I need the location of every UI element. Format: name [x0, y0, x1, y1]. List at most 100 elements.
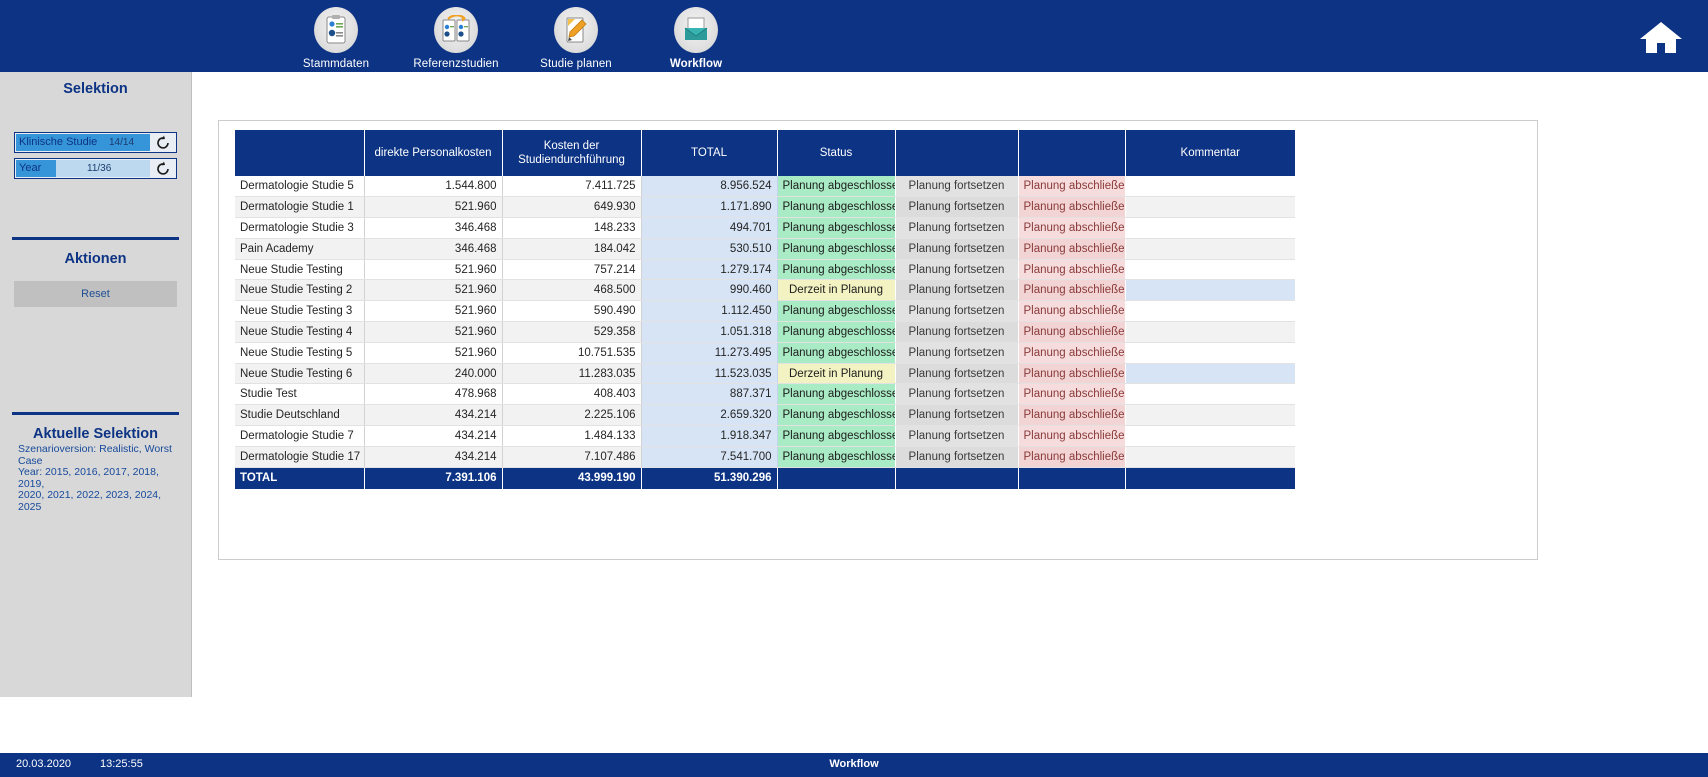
table-row[interactable]: Dermatologie Studie 1 521.960 649.930 1.171… — [235, 196, 1295, 219]
cell-kommentar[interactable] — [1125, 259, 1295, 281]
button-planung-abschliessen[interactable]: Planung abschließen — [1018, 425, 1126, 447]
table-row[interactable]: Studie Deutschland 434.214 2.225.106 2.659.… — [235, 404, 1295, 427]
table-row[interactable]: Dermatologie Studie 17 434.214 7.107.486 7.… — [235, 446, 1295, 468]
cell-status: Planung abgeschlossen — [777, 342, 896, 364]
button-planung-fortsetzen[interactable]: Planung fortsetzen — [895, 238, 1019, 260]
column-header-total[interactable]: TOTAL — [641, 130, 778, 176]
button-planung-abschliessen[interactable]: Planung abschließen — [1018, 363, 1126, 385]
cell-total: 1.051.318 — [641, 321, 778, 343]
table-row[interactable]: Neue Studie Testing 2 521.960 468.500 990.4… — [235, 279, 1295, 302]
button-planung-fortsetzen[interactable]: Planung fortsetzen — [895, 279, 1019, 302]
reset-button[interactable]: Reset — [14, 281, 177, 307]
cell-studiendurchfuehrung: 10.751.535 — [502, 342, 642, 364]
selection-line: 2020, 2021, 2022, 2023, 2024, 2025 — [18, 489, 162, 513]
button-planung-fortsetzen[interactable]: Planung fortsetzen — [895, 342, 1019, 364]
button-planung-fortsetzen[interactable]: Planung fortsetzen — [895, 404, 1019, 427]
cell-studiendurchfuehrung: 590.490 — [502, 300, 642, 323]
button-planung-fortsetzen[interactable]: Planung fortsetzen — [895, 196, 1019, 219]
column-header-action-complete[interactable] — [1018, 130, 1126, 176]
table-row[interactable]: Neue Studie Testing 5 521.960 10.751.535 11… — [235, 342, 1295, 364]
cell-personalkosten: 346.468 — [364, 238, 503, 260]
button-planung-abschliessen[interactable]: Planung abschließen — [1018, 446, 1126, 468]
cell-kommentar[interactable] — [1125, 342, 1295, 364]
button-planung-abschliessen[interactable]: Planung abschließen — [1018, 342, 1126, 364]
cell-study-name: Pain Academy — [235, 238, 365, 260]
table-row[interactable]: Neue Studie Testing 6 240.000 11.283.035 11… — [235, 363, 1295, 385]
button-planung-abschliessen[interactable]: Planung abschließen — [1018, 176, 1126, 198]
cell-kommentar[interactable] — [1125, 217, 1295, 239]
table-row[interactable]: Studie Test 478.968 408.403 887.371 Planung … — [235, 383, 1295, 406]
button-planung-fortsetzen[interactable]: Planung fortsetzen — [895, 259, 1019, 281]
table-row[interactable]: Neue Studie Testing 3 521.960 590.490 1.112… — [235, 300, 1295, 323]
column-header-action-continue[interactable] — [895, 130, 1019, 176]
cell-personalkosten: 1.544.800 — [364, 176, 503, 198]
table-row[interactable]: Dermatologie Studie 5 1.544.800 7.411.725 8… — [235, 176, 1295, 198]
button-planung-abschliessen[interactable]: Planung abschließen — [1018, 404, 1126, 427]
cell-study-name: Neue Studie Testing 6 — [235, 363, 365, 385]
filter-year[interactable]: Year 11/36 — [14, 158, 177, 179]
cell-kommentar[interactable] — [1125, 446, 1295, 468]
table-row[interactable]: Pain Academy 346.468 184.042 530.510 Planung… — [235, 238, 1295, 260]
home-icon[interactable] — [1638, 18, 1684, 56]
cell-status: Planung abgeschlossen — [777, 425, 896, 447]
button-planung-fortsetzen[interactable]: Planung fortsetzen — [895, 321, 1019, 343]
button-planung-abschliessen[interactable]: Planung abschließen — [1018, 196, 1126, 219]
cell-kommentar[interactable] — [1125, 363, 1295, 385]
table-row[interactable]: Dermatologie Studie 3 346.468 148.233 494.7… — [235, 217, 1295, 239]
cell-status: Planung abgeschlossen — [777, 217, 896, 239]
button-planung-abschliessen[interactable]: Planung abschließen — [1018, 238, 1126, 260]
column-header-status[interactable]: Status — [777, 130, 896, 176]
cell-kommentar[interactable] — [1125, 300, 1295, 323]
cell-kommentar[interactable] — [1125, 404, 1295, 427]
top-navigation-bar: Stammdaten Referenzstudien Studie planen… — [0, 0, 1708, 72]
cell-total: 11.523.035 — [641, 363, 778, 385]
cell-kommentar[interactable] — [1125, 238, 1295, 260]
button-planung-fortsetzen[interactable]: Planung fortsetzen — [895, 383, 1019, 406]
nav-item-workflow[interactable]: Workflow — [636, 4, 756, 70]
filter-klinische-studie[interactable]: Klinische Studie 14/14 — [14, 132, 177, 153]
column-header-kommentar[interactable]: Kommentar — [1125, 130, 1295, 176]
cell-personalkosten: 521.960 — [364, 279, 503, 302]
button-planung-fortsetzen[interactable]: Planung fortsetzen — [895, 176, 1019, 198]
button-planung-fortsetzen[interactable]: Planung fortsetzen — [895, 363, 1019, 385]
nav-item-studie-planen[interactable]: Studie planen — [516, 4, 636, 70]
button-planung-abschliessen[interactable]: Planung abschließen — [1018, 217, 1126, 239]
button-planung-fortsetzen[interactable]: Planung fortsetzen — [895, 425, 1019, 447]
total-blank-act1 — [895, 467, 1019, 490]
table-row[interactable]: Dermatologie Studie 7 434.214 1.484.133 1.9… — [235, 425, 1295, 447]
button-planung-abschliessen[interactable]: Planung abschließen — [1018, 279, 1126, 302]
button-planung-fortsetzen[interactable]: Planung fortsetzen — [895, 446, 1019, 468]
cell-personalkosten: 240.000 — [364, 363, 503, 385]
cell-status: Planung abgeschlossen — [777, 196, 896, 219]
button-planung-abschliessen[interactable]: Planung abschließen — [1018, 300, 1126, 323]
inbox-tray-icon — [674, 7, 718, 53]
cell-kommentar[interactable] — [1125, 279, 1295, 302]
reset-arrow-icon[interactable] — [153, 134, 173, 151]
cell-status: Planung abgeschlossen — [777, 383, 896, 406]
cell-kommentar[interactable] — [1125, 176, 1295, 198]
cell-kommentar[interactable] — [1125, 425, 1295, 447]
button-planung-fortsetzen[interactable]: Planung fortsetzen — [895, 217, 1019, 239]
table-row[interactable]: Neue Studie Testing 4 521.960 529.358 1.051… — [235, 321, 1295, 343]
cell-studiendurchfuehrung: 7.411.725 — [502, 176, 642, 198]
button-planung-abschliessen[interactable]: Planung abschließen — [1018, 383, 1126, 406]
cell-study-name: Dermatologie Studie 17 — [235, 446, 365, 468]
cell-status: Planung abgeschlossen — [777, 446, 896, 468]
column-header-name[interactable] — [235, 130, 365, 176]
column-header-personalkosten[interactable]: direkte Personalkosten — [364, 130, 503, 176]
cell-total: 1.112.450 — [641, 300, 778, 323]
reset-arrow-icon[interactable] — [153, 160, 173, 177]
cell-study-name: Studie Test — [235, 383, 365, 406]
cell-kommentar[interactable] — [1125, 196, 1295, 219]
cell-kommentar[interactable] — [1125, 321, 1295, 343]
button-planung-abschliessen[interactable]: Planung abschließen — [1018, 321, 1126, 343]
button-planung-abschliessen[interactable]: Planung abschließen — [1018, 259, 1126, 281]
cell-total: 887.371 — [641, 383, 778, 406]
button-planung-fortsetzen[interactable]: Planung fortsetzen — [895, 300, 1019, 323]
nav-item-referenzstudien[interactable]: Referenzstudien — [396, 4, 516, 70]
cell-studiendurchfuehrung: 1.484.133 — [502, 425, 642, 447]
column-header-studiendurchfuehrung[interactable]: Kosten der Studiendurchführung — [502, 130, 642, 176]
table-row[interactable]: Neue Studie Testing 521.960 757.214 1.279.1… — [235, 259, 1295, 281]
cell-kommentar[interactable] — [1125, 383, 1295, 406]
nav-item-stammdaten[interactable]: Stammdaten — [276, 4, 396, 70]
